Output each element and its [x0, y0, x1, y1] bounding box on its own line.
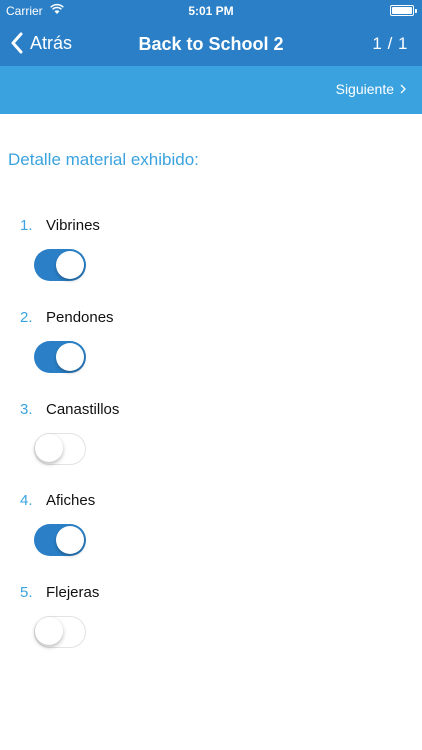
toggle-switch[interactable] [34, 616, 86, 648]
item-label: Afiches [46, 492, 96, 509]
toggle-knob [35, 434, 63, 462]
toggle-switch[interactable] [34, 433, 86, 465]
page-title: Back to School 2 [138, 34, 284, 54]
item-number: 5. [20, 584, 33, 601]
item-number: 4. [20, 492, 33, 509]
toggle-switch[interactable] [34, 249, 86, 281]
item-number: 1. [20, 217, 33, 234]
battery-icon [390, 5, 417, 16]
toggle-knob [56, 526, 84, 554]
toggle-switch[interactable] [34, 341, 86, 373]
secondary-toolbar: Siguiente [0, 66, 422, 114]
item-label: Pendones [46, 309, 114, 326]
list-item: 2. Pendones [0, 309, 422, 401]
next-button[interactable]: Siguiente [336, 81, 406, 97]
list-item: 4. Afiches [0, 492, 422, 584]
toggle-knob [35, 617, 63, 645]
status-bar: Carrier 5:01 PM [0, 0, 422, 22]
clock: 5:01 PM [188, 4, 234, 18]
toggle-knob [56, 251, 84, 279]
item-number: 2. [20, 309, 33, 326]
navigation-bar: Atrás Back to School 2 1 / 1 [0, 22, 422, 66]
chevron-right-icon [400, 84, 406, 94]
item-label: Vibrines [46, 217, 100, 234]
section-title: Detalle material exhibido: [8, 150, 199, 169]
list-item: 3. Canastillos [0, 401, 422, 493]
item-label: Flejeras [46, 584, 100, 601]
toggle-knob [56, 343, 84, 371]
item-label: Canastillos [46, 401, 120, 418]
top-bar: Carrier 5:01 PM Atrás Back to School 2 1… [0, 0, 422, 66]
page-counter: 1 / 1 [372, 34, 408, 53]
next-button-label: Siguiente [335, 81, 394, 97]
list-item: 5. Flejeras [0, 584, 422, 676]
app-screen: Carrier 5:01 PM Atrás Back to School 2 1… [0, 0, 422, 750]
list-item: 1. Vibrines [0, 217, 422, 309]
toggle-switch[interactable] [34, 524, 86, 556]
item-number: 3. [20, 401, 33, 418]
